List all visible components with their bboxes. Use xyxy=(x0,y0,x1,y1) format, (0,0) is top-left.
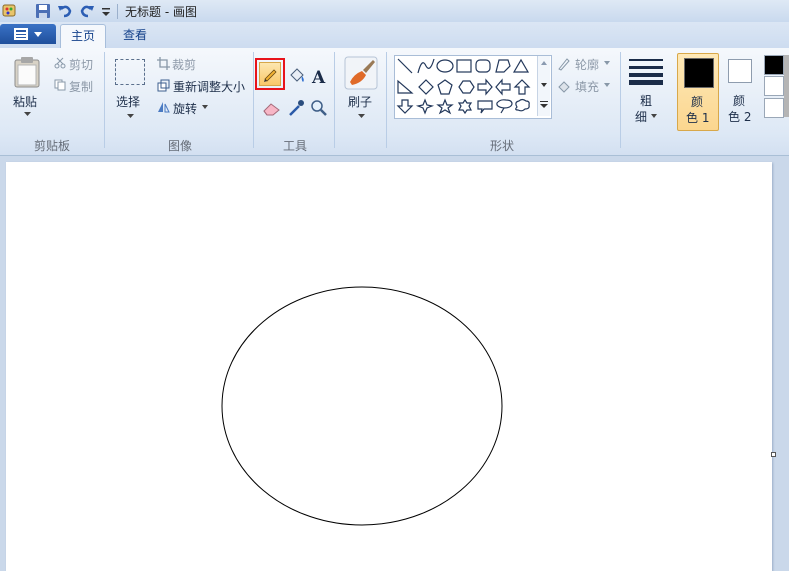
drawn-ellipse xyxy=(221,286,503,526)
canvas-drawing xyxy=(221,286,503,526)
canvas-resize-handle[interactable] xyxy=(771,452,776,457)
